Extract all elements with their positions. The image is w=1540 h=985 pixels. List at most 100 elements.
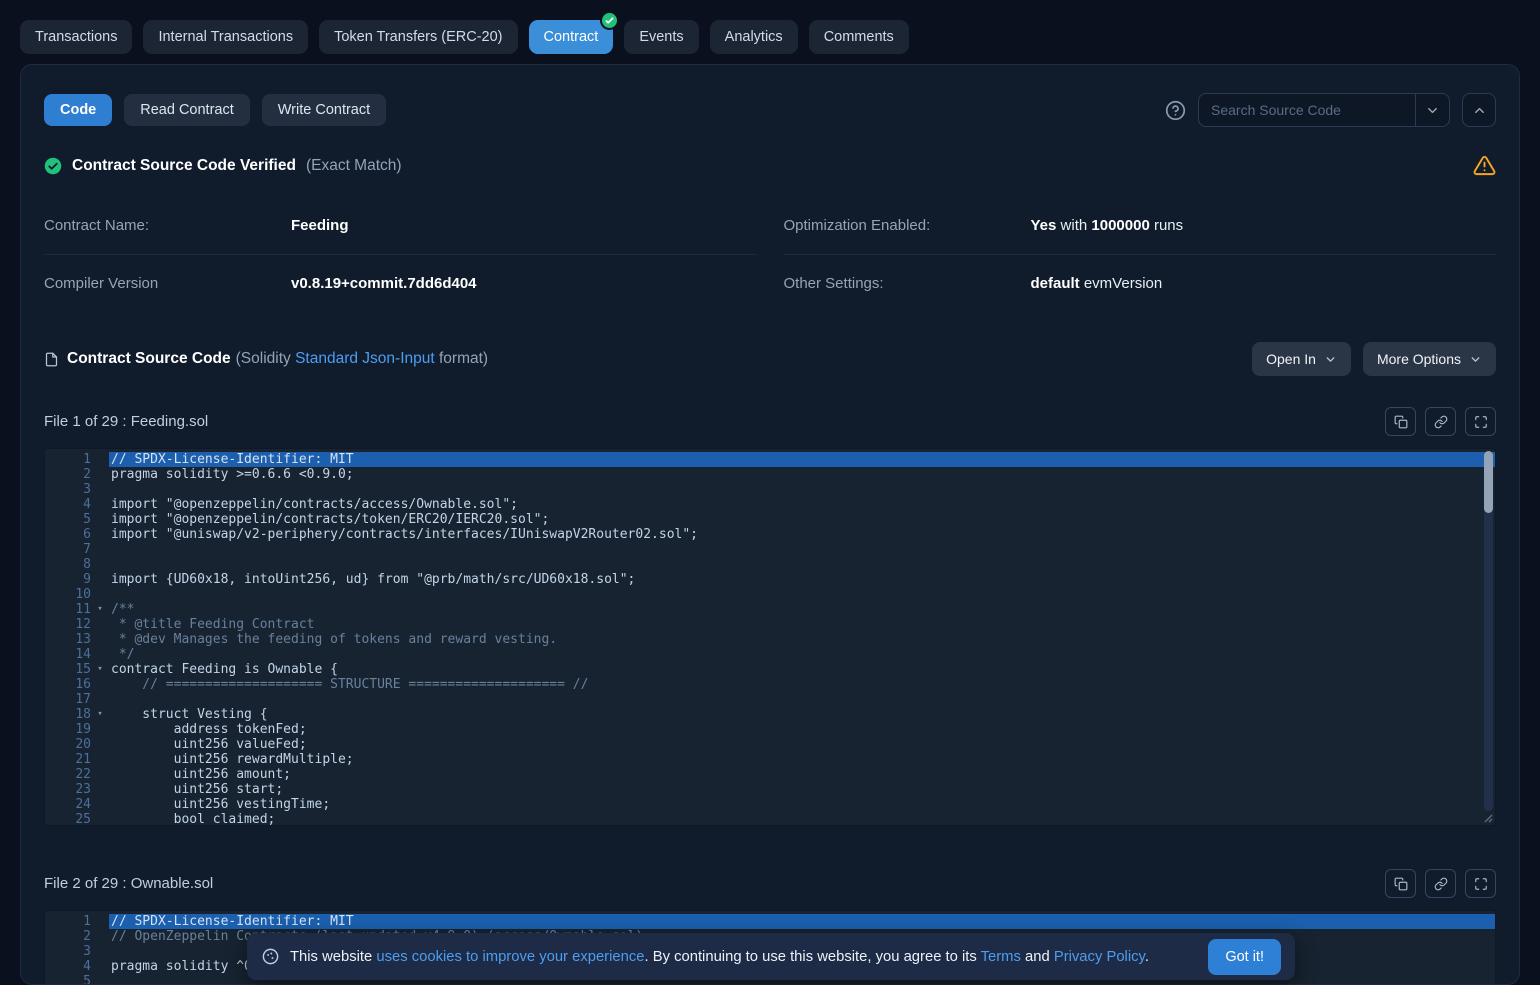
privacy-policy-link[interactable]: Privacy Policy	[1054, 949, 1145, 965]
chevron-up-icon	[1472, 103, 1487, 118]
other-settings-value: default evmVersion	[1031, 275, 1163, 292]
code-text: bool claimed;	[109, 812, 1495, 826]
fold-gutter	[91, 944, 109, 959]
other-settings-row: Other Settings: default evmVersion	[784, 255, 1497, 312]
contract-name-row: Contract Name: Feeding	[44, 197, 757, 255]
tab-label: Contract	[544, 29, 599, 45]
permalink-button[interactable]	[1425, 869, 1456, 898]
fold-gutter	[91, 767, 109, 782]
line-number: 10	[45, 587, 91, 602]
help-icon[interactable]	[1165, 100, 1186, 121]
tab-label: Comments	[824, 29, 894, 45]
code-text: import {UD60x18, intoUint256, ud} from "…	[109, 572, 1495, 587]
verified-badge-icon	[602, 13, 617, 28]
search-dropdown-button[interactable]	[1415, 94, 1449, 126]
fold-toggle-icon[interactable]: ▾	[91, 707, 109, 722]
tab-contract[interactable]: Contract	[529, 20, 614, 54]
chevron-down-icon	[1324, 353, 1337, 366]
line-number: 7	[45, 542, 91, 557]
terms-link[interactable]: Terms	[981, 949, 1021, 965]
line-number: 9	[45, 572, 91, 587]
permalink-button[interactable]	[1425, 407, 1456, 436]
code-line: 12 * @title Feeding Contract	[45, 617, 1495, 632]
expand-button[interactable]	[1465, 869, 1496, 898]
details-right-column: Optimization Enabled: Yes with 1000000 r…	[784, 197, 1497, 312]
open-in-button[interactable]: Open In	[1252, 342, 1351, 376]
tab-token-transfers-erc-20[interactable]: Token Transfers (ERC-20)	[319, 20, 517, 54]
code-line: 9 import {UD60x18, intoUint256, ud} from …	[45, 572, 1495, 587]
fold-gutter	[91, 482, 109, 497]
line-number: 21	[45, 752, 91, 767]
fold-gutter	[91, 929, 109, 944]
fold-gutter	[91, 512, 109, 527]
collapse-section-button[interactable]	[1462, 93, 1496, 127]
subtab-code[interactable]: Code	[44, 94, 112, 126]
fold-toggle-icon[interactable]: ▾	[91, 602, 109, 617]
code-line: 17	[45, 692, 1495, 707]
verified-banner: Contract Source Code Verified (Exact Mat…	[44, 127, 1496, 191]
code-line: 3	[45, 482, 1495, 497]
cookies-info-link[interactable]: uses cookies to improve your experience	[376, 949, 644, 965]
fold-gutter	[91, 677, 109, 692]
more-options-button[interactable]: More Options	[1363, 342, 1496, 376]
expand-button[interactable]	[1465, 407, 1496, 436]
code-text: * @title Feeding Contract	[109, 617, 1495, 632]
code-text: uint256 valueFed;	[109, 737, 1495, 752]
code-line: 1// SPDX-License-Identifier: MIT	[45, 914, 1495, 929]
scrollbar-thumb[interactable]	[1484, 451, 1493, 513]
search-source-code-input[interactable]	[1199, 102, 1415, 118]
fold-gutter	[91, 647, 109, 662]
copy-icon	[1394, 415, 1408, 429]
got-it-button[interactable]: Got it!	[1208, 939, 1281, 975]
code-line: 16 // ==================== STRUCTURE ===…	[45, 677, 1495, 692]
code-line: 10	[45, 587, 1495, 602]
tab-internal-transactions[interactable]: Internal Transactions	[143, 20, 308, 54]
fold-gutter	[91, 467, 109, 482]
code-text: contract Feeding is Ownable {	[109, 662, 1495, 677]
fold-gutter	[91, 752, 109, 767]
code-text: // ==================== STRUCTURE ======…	[109, 677, 1495, 692]
line-number: 5	[45, 974, 91, 985]
code-text: * @dev Manages the feeding of tokens and…	[109, 632, 1495, 647]
code-text	[109, 482, 1495, 497]
code-line: 20 uint256 valueFed;	[45, 737, 1495, 752]
code-editor[interactable]: 1// SPDX-License-Identifier: MIT2pragma …	[44, 448, 1496, 826]
tab-label: Analytics	[725, 29, 783, 45]
cookie-icon	[261, 947, 280, 966]
source-file-icon	[44, 351, 59, 368]
optimization-value: Yes with 1000000 runs	[1031, 217, 1184, 234]
tab-comments[interactable]: Comments	[809, 20, 909, 54]
line-number: 1	[45, 452, 91, 467]
contract-panel: Code Read Contract Write Contract Contract…	[20, 64, 1520, 985]
subtab-write-contract[interactable]: Write Contract	[262, 94, 386, 126]
verified-title: Contract Source Code Verified	[72, 157, 296, 175]
code-line: 2pragma solidity >=0.6.6 <0.9.0;	[45, 467, 1495, 482]
line-number: 4	[45, 497, 91, 512]
code-text: import "@openzeppelin/contracts/access/O…	[109, 497, 1495, 512]
code-text	[109, 692, 1495, 707]
file-header-label: File 1 of 29 : Feeding.sol	[44, 413, 208, 430]
resize-grip[interactable]	[1481, 811, 1493, 823]
tab-analytics[interactable]: Analytics	[710, 20, 798, 54]
fold-gutter	[91, 632, 109, 647]
code-line: 19 address tokenFed;	[45, 722, 1495, 737]
details-left-column: Contract Name: Feeding Compiler Version …	[44, 197, 757, 312]
copy-button[interactable]	[1385, 407, 1416, 436]
subtab-read-contract[interactable]: Read Contract	[124, 94, 250, 126]
fold-toggle-icon[interactable]: ▾	[91, 662, 109, 677]
tab-label: Token Transfers (ERC-20)	[334, 29, 502, 45]
tab-transactions[interactable]: Transactions	[20, 20, 132, 54]
tab-events[interactable]: Events	[624, 20, 698, 54]
contract-details: Contract Name: Feeding Compiler Version …	[44, 191, 1496, 312]
code-line: 23 uint256 start;	[45, 782, 1495, 797]
file-actions	[1385, 869, 1496, 898]
standard-json-input-link[interactable]: Standard Json-Input	[295, 350, 435, 367]
maximize-icon	[1474, 415, 1488, 429]
fold-gutter	[91, 617, 109, 632]
tab-label: Events	[639, 29, 683, 45]
copy-button[interactable]	[1385, 869, 1416, 898]
code-text	[109, 557, 1495, 572]
code-line: 15▾contract Feeding is Ownable {	[45, 662, 1495, 677]
warning-icon[interactable]	[1473, 154, 1496, 177]
line-number: 20	[45, 737, 91, 752]
